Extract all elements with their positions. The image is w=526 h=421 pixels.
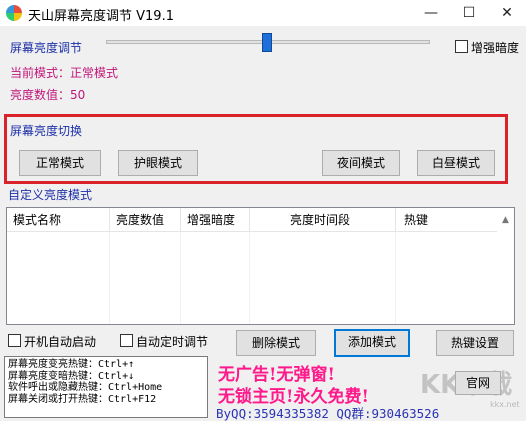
hotkey-settings-button[interactable]: 热键设置 [436, 330, 514, 356]
column-header-time-range[interactable]: 亮度时间段 [250, 208, 396, 232]
mode-switch-title: 屏幕亮度切换 [10, 124, 83, 138]
custom-mode-title: 自定义亮度模式 [8, 188, 93, 202]
column-divider [395, 232, 396, 324]
column-header-brightness[interactable]: 亮度数值 [110, 208, 181, 232]
delete-mode-button[interactable]: 删除模式 [236, 330, 316, 356]
custom-mode-list[interactable]: 模式名称 亮度数值 增强暗度 亮度时间段 热键 ▲ [6, 207, 515, 325]
window-title: 天山屏幕亮度调节 V19.1 [28, 9, 174, 24]
hotkey-info-box: 屏幕亮度变亮热键：Ctrl+↑ 屏幕亮度变暗热键：Ctrl+↓ 软件呼出或隐藏热… [4, 356, 208, 418]
column-header-enhance[interactable]: 增强暗度 [181, 208, 250, 232]
official-site-button[interactable]: 官网 [455, 371, 501, 395]
add-mode-button[interactable]: 添加模式 [334, 329, 410, 357]
eye-care-mode-button[interactable]: 护眼模式 [118, 150, 198, 176]
scroll-up-icon[interactable]: ▲ [497, 208, 514, 232]
watermark-url: kkx.net [490, 400, 520, 409]
column-header-mode-name[interactable]: 模式名称 [7, 208, 110, 232]
normal-mode-button[interactable]: 正常模式 [19, 150, 101, 176]
minimize-button[interactable]: — [412, 0, 450, 26]
column-divider [109, 232, 110, 324]
column-divider [180, 232, 181, 324]
app-logo-icon [6, 5, 22, 21]
enhance-darkness-label: 增强暗度 [471, 41, 520, 55]
hotkey-line: 屏幕关闭或打开热键：Ctrl+F12 [8, 393, 157, 405]
autostart-checkbox[interactable] [8, 334, 21, 347]
column-divider [249, 232, 250, 324]
enhance-darkness-checkbox[interactable] [455, 40, 468, 53]
column-header-hotkey[interactable]: 热键 [396, 208, 497, 232]
maximize-button[interactable]: ☐ [450, 0, 488, 26]
close-button[interactable]: ✕ [488, 0, 526, 26]
night-mode-button[interactable]: 夜间模式 [322, 150, 400, 176]
current-mode-text: 当前模式：正常模式 [10, 66, 119, 80]
autostart-label: 开机自动启动 [24, 335, 97, 349]
hotkey-line: 屏幕亮度变暗热键：Ctrl+↓ [8, 370, 135, 382]
title-bar: 天山屏幕亮度调节 V19.1 — ☐ ✕ [0, 0, 526, 26]
hotkey-line: 屏幕亮度变亮热键：Ctrl+↑ [8, 359, 135, 370]
auto-timer-checkbox[interactable] [120, 334, 133, 347]
brightness-slider-label: 屏幕亮度调节 [10, 41, 83, 55]
brightness-slider-thumb[interactable] [262, 33, 272, 52]
hotkey-line: 软件呼出或隐藏热键：Ctrl+Home [8, 382, 163, 393]
list-header: 模式名称 亮度数值 增强暗度 亮度时间段 热键 ▲ [7, 208, 514, 232]
brightness-value-text: 亮度数值：50 [10, 88, 86, 102]
daylight-mode-button[interactable]: 白昼模式 [417, 150, 495, 176]
auto-timer-label: 自动定时调节 [136, 335, 209, 349]
contact-info: ByQQ:3594335382 QQ群:930463526 [216, 406, 440, 421]
